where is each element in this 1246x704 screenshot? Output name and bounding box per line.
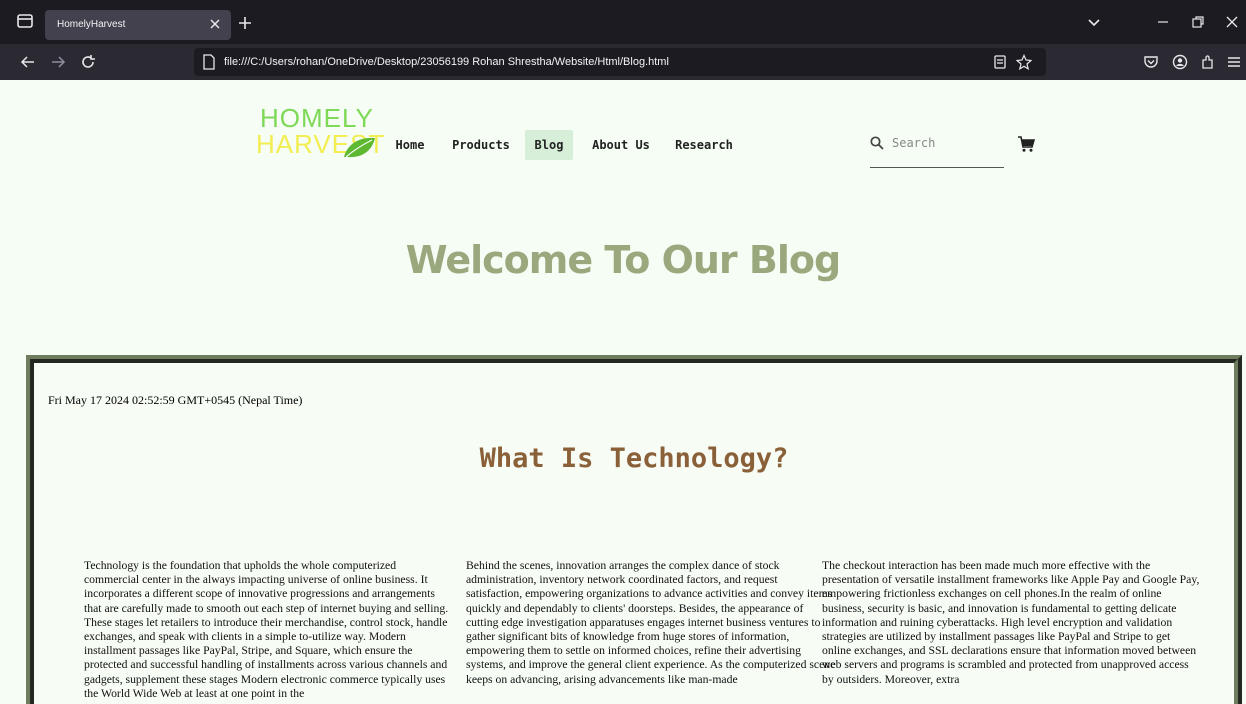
pocket-icon[interactable] — [1143, 54, 1159, 70]
search-box — [870, 128, 1004, 168]
nav-about-us[interactable]: About Us — [586, 130, 656, 160]
nav-products[interactable]: Products — [444, 130, 518, 160]
post-column-2: Behind the scenes, innovation arranges t… — [466, 559, 836, 686]
minimize-icon[interactable] — [1155, 14, 1171, 30]
tab-title: HomelyHarvest — [57, 19, 126, 30]
page-icon — [203, 54, 215, 70]
nav-home[interactable]: Home — [389, 130, 431, 160]
browser-toolbar: file:///C:/Users/rohan/OneDrive/Desktop/… — [0, 44, 1246, 80]
bookmark-star-icon[interactable] — [1016, 54, 1032, 70]
restore-icon[interactable] — [1190, 14, 1206, 30]
leaf-icon — [344, 137, 375, 158]
url-bar[interactable]: file:///C:/Users/rohan/OneDrive/Desktop/… — [194, 48, 1046, 76]
browser-tab-bar: HomelyHarvest — [0, 0, 1246, 44]
reload-icon[interactable] — [80, 54, 96, 70]
extensions-icon[interactable] — [1200, 54, 1216, 70]
chevron-down-icon[interactable] — [1086, 14, 1102, 30]
blog-post: Fri May 17 2024 02:52:59 GMT+0545 (Nepal… — [26, 355, 1242, 704]
forward-icon[interactable] — [50, 54, 66, 70]
account-icon[interactable] — [1172, 54, 1188, 70]
url-text[interactable]: file:///C:/Users/rohan/OneDrive/Desktop/… — [224, 56, 669, 68]
browser-tab[interactable]: HomelyHarvest — [45, 10, 231, 40]
post-column-3: The checkout interaction has been made m… — [822, 559, 1200, 686]
menu-icon[interactable] — [1226, 54, 1242, 70]
page-title: Welcome To Our Blog — [405, 238, 841, 282]
nav-research[interactable]: Research — [668, 130, 740, 160]
close-icon[interactable] — [207, 16, 223, 32]
plus-icon[interactable] — [238, 16, 252, 30]
reader-view-icon[interactable] — [992, 54, 1008, 70]
post-column-1: Technology is the foundation that uphold… — [84, 559, 449, 700]
back-icon[interactable] — [20, 54, 36, 70]
post-title: What Is Technology? — [479, 443, 789, 474]
site-logo[interactable]: HOMELY HARVEST — [256, 103, 384, 165]
post-date: Fri May 17 2024 02:52:59 GMT+0545 (Nepal… — [48, 393, 303, 407]
search-icon[interactable] — [870, 136, 884, 150]
logo-text-line1: HOMELY — [260, 103, 374, 133]
nav-blog[interactable]: Blog — [525, 130, 573, 160]
search-input[interactable] — [892, 133, 992, 153]
close-icon[interactable] — [1224, 14, 1240, 30]
tab-list-icon[interactable] — [16, 12, 34, 30]
cart-icon[interactable] — [1017, 135, 1035, 153]
